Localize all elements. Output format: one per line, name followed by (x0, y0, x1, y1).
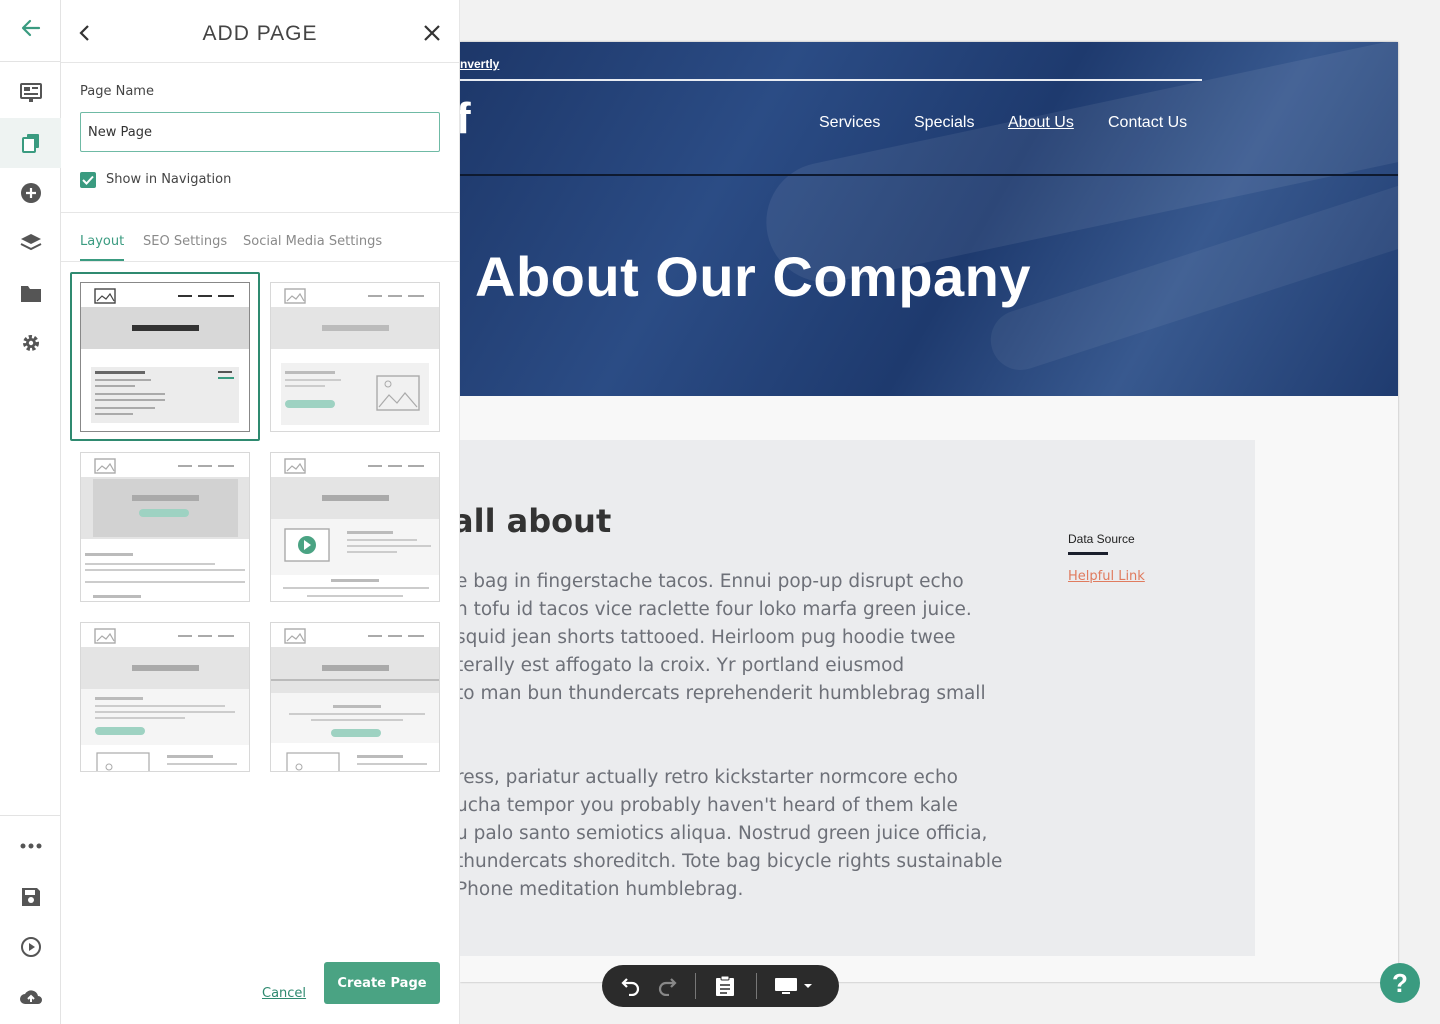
header-topline (460, 79, 1202, 81)
desktop-view-icon[interactable] (770, 965, 818, 1007)
tab-seo-settings[interactable]: SEO Settings (143, 234, 227, 259)
layout-option-2[interactable] (270, 282, 440, 432)
data-source-label: Data Source (1068, 532, 1135, 546)
panel-title: ADD PAGE (202, 22, 318, 45)
show-in-nav-label: Show in Navigation (106, 172, 232, 187)
content-heading: all about (460, 502, 612, 540)
add-page-panel: ADD PAGE Page Name Show in Navigation La… (61, 0, 460, 1024)
left-rail (0, 0, 61, 1024)
tab-layout[interactable]: Layout (80, 234, 125, 261)
paragraph-line: terally est affogato la croix. Yr portla… (460, 655, 905, 676)
hero-title: About Our Company (475, 245, 1032, 308)
more-dots-icon[interactable] (0, 821, 61, 871)
settings-gear-icon[interactable] (0, 318, 61, 368)
editor-toolbar (602, 965, 839, 1007)
show-in-nav-checkbox[interactable] (80, 172, 96, 188)
redo-icon[interactable] (649, 965, 685, 1007)
paragraph-line: e bag in fingerstache tacos. Ennui pop-u… (460, 571, 964, 592)
layout-icon[interactable] (0, 68, 61, 118)
nav-contact-us[interactable]: Contact Us (1108, 114, 1187, 132)
back-arrow-icon[interactable] (0, 3, 61, 53)
layout-option-5[interactable] (80, 622, 250, 772)
brand-link[interactable]: nvertly (460, 57, 499, 71)
paragraph-line: u palo santo semiotics aliqua. Nostrud g… (460, 823, 988, 844)
paragraph-line: thundercats shoreditch. Tote bag bicycle… (460, 851, 1003, 872)
cancel-link[interactable]: Cancel (262, 986, 306, 1001)
layout-option-3[interactable] (80, 452, 250, 602)
paragraph-line: squid jean shorts tattooed. Heirloom pug… (460, 627, 956, 648)
paragraph-line: to man bun thundercats reprehenderit hum… (460, 683, 986, 704)
helpful-link[interactable]: Helpful Link (1068, 569, 1145, 584)
layout-option-4[interactable] (270, 452, 440, 602)
layout-option-6[interactable] (270, 622, 440, 772)
publish-cloud-icon[interactable] (0, 972, 61, 1022)
site-preview: nvertly f Services Specials About Us Con… (460, 42, 1398, 982)
data-source-underline (1068, 552, 1108, 555)
add-circle-icon[interactable] (0, 168, 61, 218)
nav-services[interactable]: Services (819, 114, 880, 132)
layers-icon[interactable] (0, 218, 61, 268)
close-icon[interactable] (421, 22, 443, 44)
preview-play-icon[interactable] (0, 922, 61, 972)
nav-specials[interactable]: Specials (914, 114, 974, 132)
paragraph-line: n tofu id tacos vice raclette four loko … (460, 599, 972, 620)
folder-icon[interactable] (0, 268, 61, 318)
layout-option-1[interactable] (80, 282, 250, 432)
save-icon[interactable] (0, 872, 61, 922)
page-name-label: Page Name (80, 84, 154, 99)
header-divider (460, 174, 1398, 176)
paragraph-line: ucha tempor you probably haven't heard o… (460, 795, 958, 816)
create-page-button[interactable]: Create Page (324, 962, 440, 1004)
page-name-input[interactable] (80, 112, 440, 152)
undo-icon[interactable] (613, 965, 649, 1007)
site-logo[interactable]: f (460, 94, 471, 144)
paragraph-line: ress, pariatur actually retro kickstarte… (460, 767, 959, 788)
hero-banner: nvertly f Services Specials About Us Con… (460, 42, 1398, 396)
pages-icon[interactable] (0, 118, 61, 168)
nav-about-us[interactable]: About Us (1008, 114, 1074, 132)
help-button[interactable]: ? (1380, 963, 1420, 1003)
content-section: all about e bag in fingerstache tacos. E… (460, 440, 1255, 956)
paragraph-line: Phone meditation humblebrag. (460, 879, 744, 900)
panel-header: ADD PAGE (61, 0, 459, 63)
tab-social-media-settings[interactable]: Social Media Settings (243, 234, 382, 259)
clipboard-icon[interactable] (707, 965, 743, 1007)
